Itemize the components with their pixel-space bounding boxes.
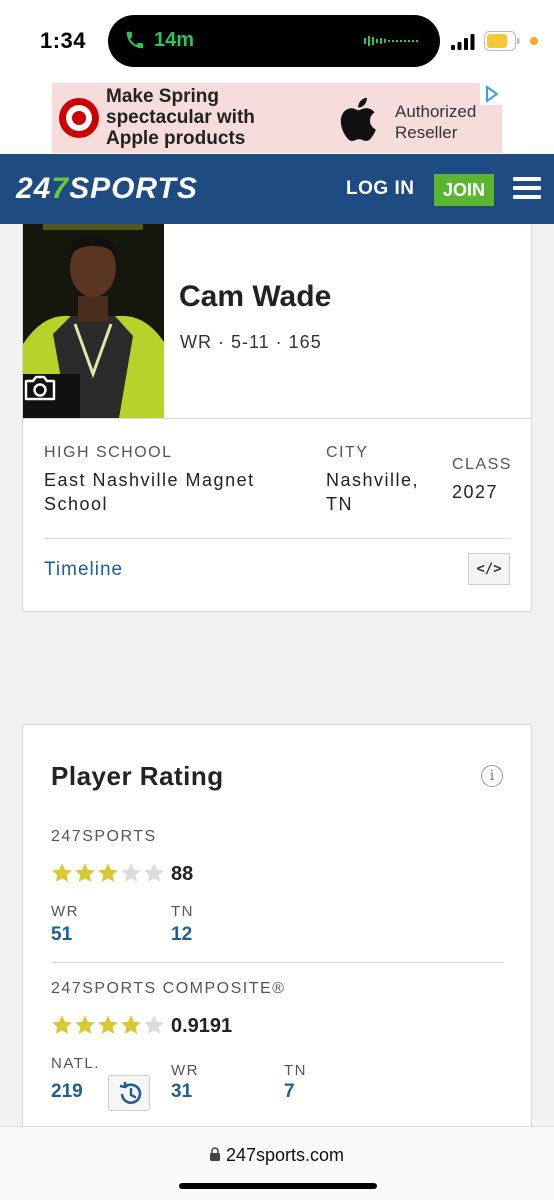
player-photo[interactable] <box>23 224 164 418</box>
player-name: Cam Wade <box>179 280 332 313</box>
star-filled-icon <box>121 1015 141 1034</box>
site-navbar: 247SPORTS LOG IN JOIN <box>0 154 554 224</box>
star-empty-icon <box>121 863 141 882</box>
star-filled-icon <box>52 863 72 882</box>
rating-history-button[interactable] <box>108 1075 150 1111</box>
logo-seven: 7 <box>51 172 70 205</box>
url-text: 247sports.com <box>226 1145 345 1165</box>
site-logo[interactable]: 247SPORTS <box>16 172 198 206</box>
adchoices-icon[interactable] <box>480 83 502 105</box>
star-filled-icon <box>98 863 118 882</box>
battery-icon <box>484 31 520 51</box>
composite-rank-value[interactable]: 31 <box>171 1081 192 1103</box>
camera-icon <box>24 375 56 401</box>
dynamic-island[interactable]: 14m <box>108 15 440 67</box>
composite-rank-label: WR <box>171 1062 199 1079</box>
divider <box>51 962 504 963</box>
composite-rank-value[interactable]: 7 <box>284 1081 295 1103</box>
player-rating-title: Player Rating <box>51 761 224 791</box>
player-profile-card: Cam Wade WR · 5-11 · 165 HIGH SCHOOL Eas… <box>22 224 533 612</box>
history-icon <box>119 1082 142 1104</box>
sports247-rank-value[interactable]: 12 <box>171 924 192 946</box>
logo-suffix: SPORTS <box>69 172 198 205</box>
high-school-value: East Nashville Magnet School <box>44 470 255 514</box>
sports247-rating-label: 247SPORTS <box>51 828 157 845</box>
star-filled-icon <box>75 1015 95 1034</box>
city-value: Nashville, TN <box>326 470 420 514</box>
ad-headline: Make Spring spectacular with Apple produ… <box>106 86 255 149</box>
embed-code-button[interactable]: </> <box>468 553 510 585</box>
privacy-indicator <box>530 37 538 45</box>
status-bar: 1:34 14m <box>0 0 554 82</box>
class-value: 2027 <box>452 482 499 502</box>
ad-reseller-badge: Authorized Reseller <box>395 102 477 142</box>
divider <box>23 418 533 419</box>
composite-rating-label: 247SPORTS COMPOSITE® <box>51 980 286 997</box>
star-filled-icon <box>75 863 95 882</box>
sports247-rank-value[interactable]: 51 <box>51 924 72 946</box>
target-logo-icon <box>59 98 99 138</box>
phone-icon <box>126 31 144 49</box>
divider <box>44 538 511 539</box>
hamburger-menu-icon[interactable] <box>513 177 541 201</box>
lock-icon <box>210 1147 220 1161</box>
sports247-star-rating <box>51 862 166 884</box>
star-filled-icon <box>52 1015 72 1034</box>
info-icon[interactable]: i <box>481 765 503 787</box>
high-school-label: HIGH SCHOOL <box>44 444 173 461</box>
player-position-size: WR · 5-11 · 165 <box>180 332 322 352</box>
ad-banner[interactable]: Make Spring spectacular with Apple produ… <box>52 83 502 153</box>
logo-prefix: 24 <box>16 172 52 205</box>
class-label: CLASS <box>452 456 512 473</box>
star-empty-icon <box>144 1015 164 1034</box>
photo-gallery-button[interactable] <box>23 374 80 418</box>
home-indicator[interactable] <box>179 1183 377 1189</box>
join-button[interactable]: JOIN <box>434 174 494 206</box>
sports247-score: 88 <box>171 863 194 885</box>
audio-waveform-icon <box>364 36 418 46</box>
apple-logo-icon <box>340 97 376 142</box>
star-empty-icon <box>144 863 164 882</box>
ad-strip: Make Spring spectacular with Apple produ… <box>0 82 554 154</box>
composite-rank-label: NATL. <box>51 1055 100 1072</box>
cellular-signal-icon <box>451 34 475 50</box>
status-time: 1:34 <box>40 28 87 53</box>
player-rating-card: Player Rating i 247SPORTS 88 WR 51 TN 12… <box>22 724 532 1144</box>
login-link[interactable]: LOG IN <box>346 178 414 200</box>
timeline-link[interactable]: Timeline <box>44 559 123 581</box>
city-label: CITY <box>326 444 369 461</box>
composite-rank-label: TN <box>284 1062 307 1079</box>
composite-score: 0.9191 <box>171 1015 233 1037</box>
star-filled-icon <box>98 1015 118 1034</box>
call-timer: 14m <box>154 29 195 51</box>
composite-rank-value[interactable]: 219 <box>51 1081 83 1103</box>
composite-star-rating <box>51 1014 166 1036</box>
sports247-rank-label: WR <box>51 903 79 920</box>
sports247-rank-label: TN <box>171 903 194 920</box>
browser-url-bar[interactable]: 247sports.com <box>0 1126 554 1200</box>
